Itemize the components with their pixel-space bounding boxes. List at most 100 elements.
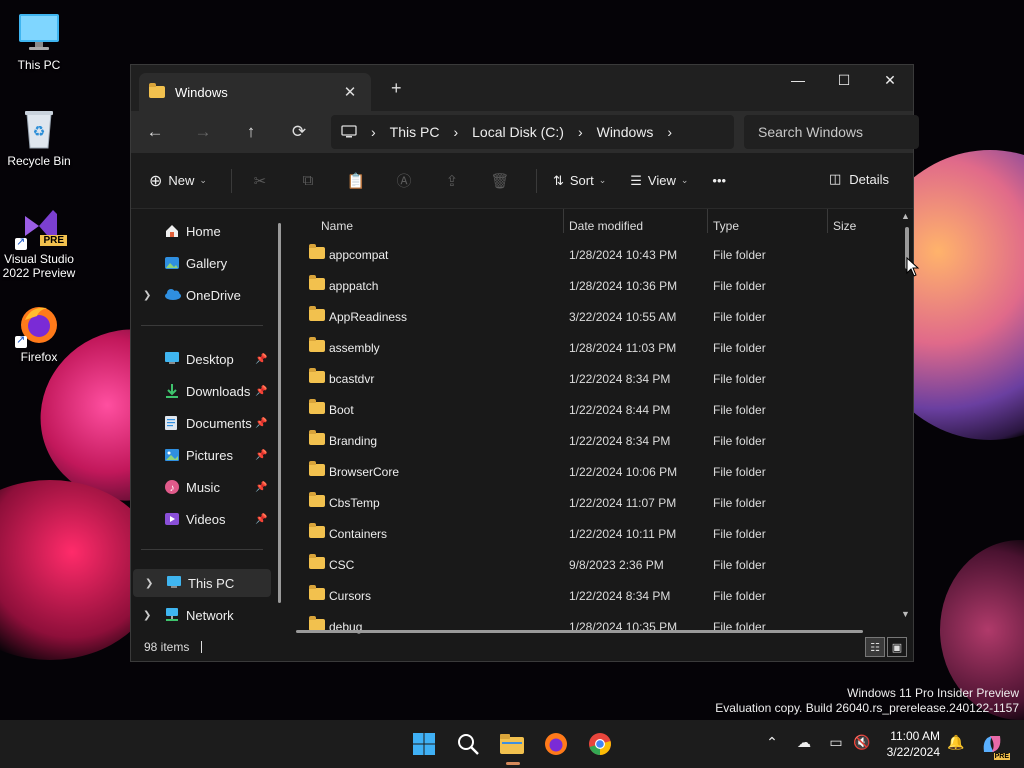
file-type: File folder [713, 403, 766, 417]
folder-icon [309, 337, 325, 352]
desktop-icon-firefox[interactable]: Firefox [0, 302, 78, 364]
column-divider[interactable] [827, 209, 828, 233]
tab-windows[interactable]: Windows ✕ [139, 73, 371, 111]
folder-icon [309, 399, 325, 414]
chevron-down-icon: ⌄ [598, 175, 607, 185]
new-button[interactable]: ⊕ New ⌄ [149, 171, 207, 191]
view-button[interactable]: ☰ View ⌄ [630, 173, 688, 189]
sidebar-item-downloads[interactable]: Downloads 📌 [131, 377, 269, 405]
tab-close-button[interactable]: ✕ [339, 83, 361, 101]
pin-icon[interactable]: 📌 [255, 450, 267, 461]
paste-icon[interactable]: 📋 [344, 172, 368, 190]
cut-icon[interactable]: ✂ [248, 172, 272, 190]
file-row[interactable]: assembly 1/28/2024 11:03 PM File folder [291, 332, 903, 363]
pin-icon[interactable]: 📌 [255, 354, 267, 365]
file-row[interactable]: bcastdvr 1/22/2024 8:34 PM File folder [291, 363, 903, 394]
file-date-modified: 1/22/2024 8:34 PM [569, 372, 671, 386]
chevron-right-icon[interactable]: › [667, 124, 672, 140]
divider [230, 168, 232, 193]
pin-icon[interactable]: 📌 [255, 514, 267, 525]
maximize-button[interactable]: ☐ [821, 65, 867, 95]
column-divider[interactable] [563, 209, 564, 233]
system-clock[interactable]: 11:00 AM 3/22/2024 [876, 728, 940, 760]
title-bar: Windows ✕ + — ☐ ✕ [131, 65, 913, 111]
desktop-icon-visual-studio[interactable]: PRE Visual Studio 2022 Preview [0, 204, 78, 280]
copilot-icon[interactable]: PRE [978, 730, 1010, 760]
details-view-icon[interactable]: ☷ [865, 637, 885, 657]
share-icon[interactable]: ⇪ [440, 172, 464, 190]
sidebar-item-pictures[interactable]: Pictures 📌 [131, 441, 269, 469]
scroll-down-icon[interactable]: ▼ [901, 609, 910, 619]
display-icon[interactable]: ▭ [826, 734, 846, 751]
rename-icon[interactable]: Ⓐ [392, 170, 416, 191]
desktop-icon-label: Visual Studio 2022 Preview [2, 252, 76, 280]
column-header-date[interactable]: Date modified [569, 219, 643, 233]
refresh-button[interactable]: ⟳ [275, 122, 323, 142]
sidebar-item-videos[interactable]: Videos 📌 [131, 505, 269, 533]
delete-icon[interactable]: 🗑 [488, 172, 512, 190]
file-row[interactable]: Branding 1/22/2024 8:34 PM File folder [291, 425, 903, 456]
file-row[interactable]: apppatch 1/28/2024 10:36 PM File folder [291, 270, 903, 301]
file-row[interactable]: appcompat 1/28/2024 10:43 PM File folder [291, 239, 903, 270]
sidebar-scrollbar[interactable] [278, 223, 281, 603]
tiles-view-icon[interactable]: ▣ [887, 637, 907, 657]
file-row[interactable]: Cursors 1/22/2024 8:34 PM File folder [291, 580, 903, 611]
pin-icon[interactable]: 📌 [255, 386, 267, 397]
column-header-type[interactable]: Type [713, 219, 739, 233]
breadcrumb-windows[interactable]: Windows [597, 124, 654, 140]
back-button[interactable]: ← [131, 122, 179, 142]
notification-bell-icon[interactable]: 🔔 [946, 734, 966, 751]
desktop-icon-recycle-bin[interactable]: ♻ Recycle Bin [0, 106, 78, 168]
sidebar-item-documents[interactable]: Documents 📌 [131, 409, 269, 437]
close-button[interactable]: ✕ [867, 65, 913, 95]
chevron-right-icon[interactable]: ❯ [143, 290, 151, 301]
sidebar-item-this-pc[interactable]: ❯ This PC [133, 569, 271, 597]
chevron-right-icon[interactable]: ❯ [143, 610, 151, 621]
details-button[interactable]: ◫ Details [829, 171, 889, 187]
search-input[interactable]: Search Windows [744, 115, 919, 149]
up-button[interactable]: ↑ [227, 122, 275, 142]
volume-muted-icon[interactable]: 🔇 [852, 734, 872, 751]
address-bar[interactable]: › This PC › Local Disk (C:) › Windows › [331, 115, 734, 149]
more-options-button[interactable]: ••• [712, 173, 726, 188]
onedrive-offline-icon[interactable]: ☁ [794, 734, 814, 751]
file-row[interactable]: BrowserCore 1/22/2024 10:06 PM File folder [291, 456, 903, 487]
cloud-icon [164, 287, 182, 303]
start-icon[interactable] [410, 730, 438, 758]
file-date-modified: 3/22/2024 10:55 AM [569, 310, 677, 324]
search-icon[interactable] [454, 730, 482, 758]
sidebar-item-desktop[interactable]: Desktop 📌 [131, 345, 269, 373]
chevron-right-icon[interactable]: ❯ [145, 578, 153, 589]
pin-icon[interactable]: 📌 [255, 482, 267, 493]
column-header-size[interactable]: Size [833, 219, 856, 233]
sidebar-item-onedrive[interactable]: ❯ OneDrive [131, 281, 269, 309]
file-row[interactable]: CSC 9/8/2023 2:36 PM File folder [291, 549, 903, 580]
network-icon [164, 607, 182, 623]
desktop-icon-this-pc[interactable]: This PC [0, 10, 78, 72]
column-header-name[interactable]: Name [321, 219, 353, 233]
breadcrumb-local-disk[interactable]: Local Disk (C:) [472, 124, 564, 140]
forward-button[interactable]: → [179, 122, 227, 142]
minimize-button[interactable]: — [775, 65, 821, 95]
sort-icon: ⇅ [552, 172, 564, 188]
breadcrumb-this-pc[interactable]: This PC [390, 124, 440, 140]
file-type: File folder [713, 372, 766, 386]
sidebar-item-music[interactable]: ♪ Music 📌 [131, 473, 269, 501]
scroll-up-icon[interactable]: ▲ [901, 211, 910, 221]
new-tab-button[interactable]: + [391, 78, 402, 99]
file-explorer-taskbar-icon[interactable] [498, 730, 526, 758]
file-row[interactable]: AppReadiness 3/22/2024 10:55 AM File folde… [291, 301, 903, 332]
chrome-taskbar-icon[interactable] [586, 730, 614, 758]
sidebar-item-gallery[interactable]: Gallery [131, 249, 269, 277]
chevron-up-icon[interactable]: ⌃ [762, 734, 782, 751]
file-row[interactable]: Containers 1/22/2024 10:11 PM File folder [291, 518, 903, 549]
copy-icon[interactable]: ⧉ [296, 172, 320, 189]
sidebar-item-home[interactable]: Home [131, 217, 269, 245]
column-divider[interactable] [707, 209, 708, 233]
file-row[interactable]: CbsTemp 1/22/2024 11:07 PM File folder [291, 487, 903, 518]
file-row[interactable]: Boot 1/22/2024 8:44 PM File folder [291, 394, 903, 425]
sidebar-item-network[interactable]: ❯ Network [131, 601, 269, 629]
sort-button[interactable]: ⇅ Sort ⌄ [553, 173, 606, 189]
firefox-taskbar-icon[interactable] [542, 730, 570, 758]
pin-icon[interactable]: 📌 [255, 418, 267, 429]
